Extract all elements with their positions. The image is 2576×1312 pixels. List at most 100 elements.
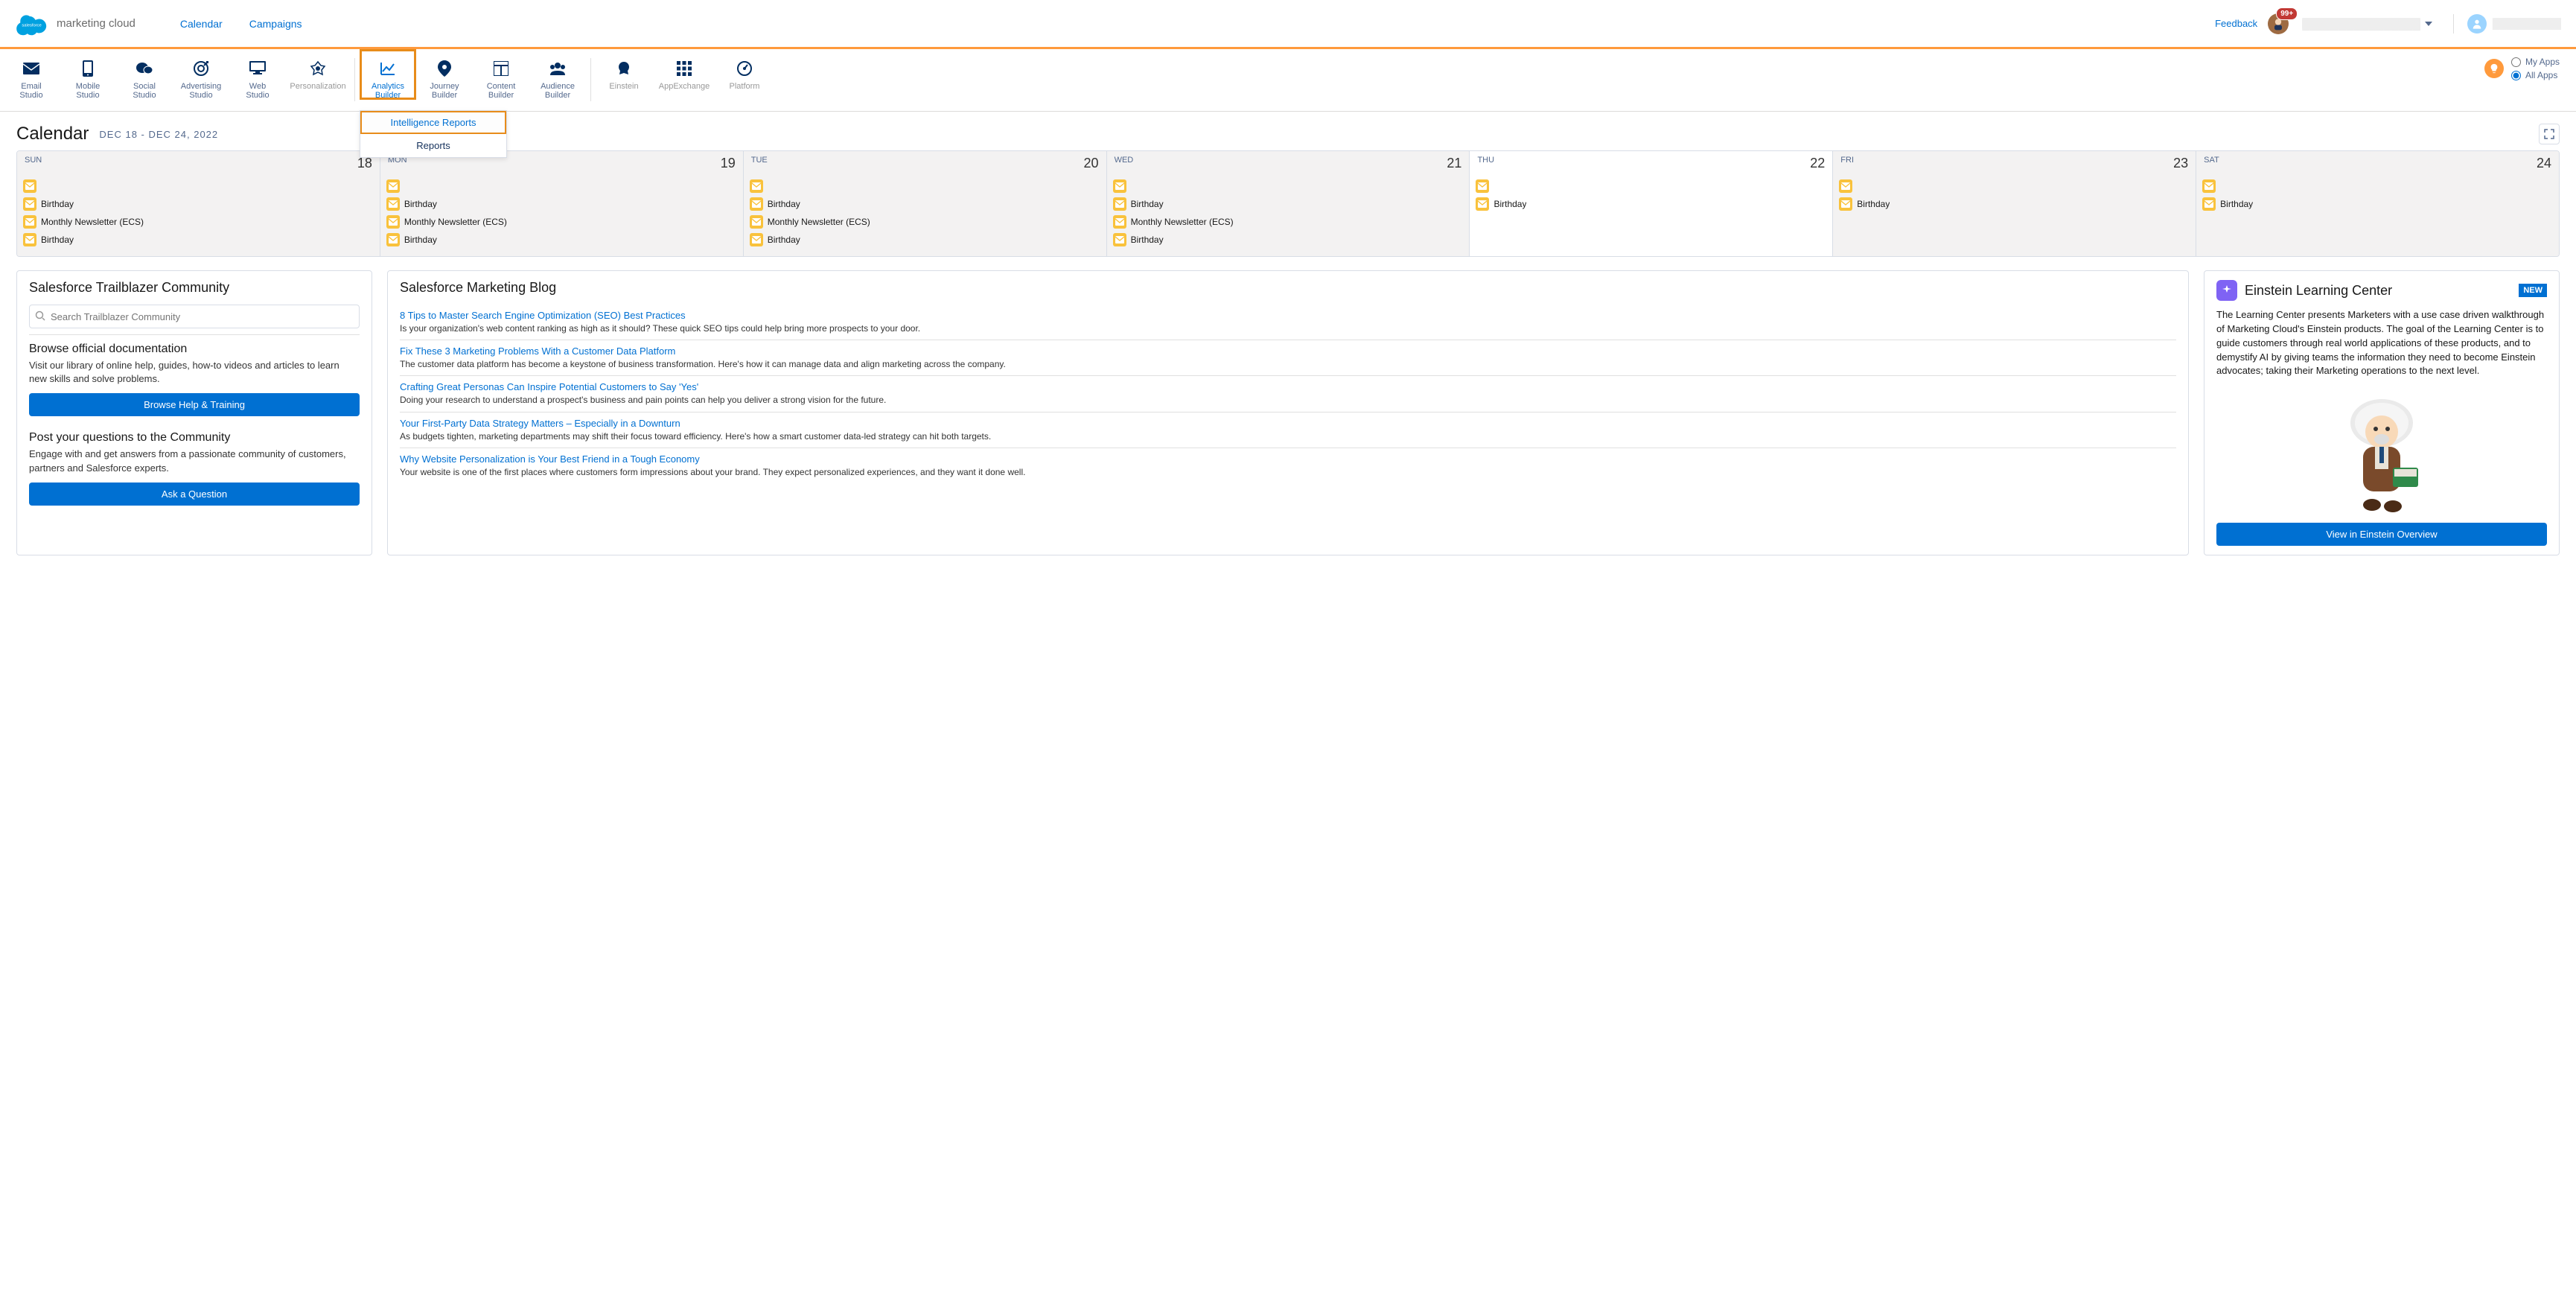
- calendar-event[interactable]: [2201, 177, 2554, 195]
- blog-link[interactable]: 8 Tips to Master Search Engine Optimizat…: [400, 310, 686, 321]
- app-einstein[interactable]: Einstein: [596, 49, 652, 91]
- calendar-event[interactable]: Birthday: [748, 195, 1102, 213]
- email-event-icon: [1113, 233, 1126, 246]
- calendar-event[interactable]: [1474, 177, 1828, 195]
- menu-intelligence-reports[interactable]: Intelligence Reports: [360, 111, 506, 134]
- calendar-event[interactable]: [1112, 177, 1465, 195]
- header-right: Feedback 99+ ████████████████ ██████████: [2215, 13, 2561, 34]
- lightbulb-icon: [2489, 63, 2499, 74]
- nav-campaigns[interactable]: Campaigns: [249, 18, 302, 30]
- event-label: Birthday: [41, 235, 74, 245]
- calendar-event[interactable]: [748, 177, 1102, 195]
- day-column[interactable]: SUN18BirthdayMonthly Newsletter (ECS)Bir…: [17, 151, 380, 256]
- day-number: 21: [1447, 156, 1461, 171]
- event-label: Birthday: [2220, 199, 2253, 209]
- calendar-event[interactable]: Monthly Newsletter (ECS): [1112, 213, 1465, 231]
- day-of-week: WED: [1115, 156, 1134, 171]
- day-column[interactable]: THU22Birthday: [1470, 151, 1833, 256]
- personalization-icon: [286, 60, 350, 77]
- app-platform[interactable]: Platform: [716, 49, 773, 91]
- app-audience-builder[interactable]: Audience Builder: [529, 49, 586, 100]
- app-web-studio[interactable]: Web Studio: [229, 49, 286, 100]
- day-column[interactable]: WED21BirthdayMonthly Newsletter (ECS)Bir…: [1107, 151, 1470, 256]
- email-event-icon: [386, 197, 400, 211]
- panel-einstein: Einstein Learning Center NEW The Learnin…: [2204, 270, 2560, 555]
- event-label: Birthday: [1131, 235, 1164, 245]
- blog-link[interactable]: Crafting Great Personas Can Inspire Pote…: [400, 381, 698, 392]
- blog-link[interactable]: Fix These 3 Marketing Problems With a Cu…: [400, 345, 675, 357]
- event-label: Monthly Newsletter (ECS): [768, 217, 870, 227]
- app-launcher-strip: Email Studio Mobile Studio Social Studio…: [0, 49, 2576, 112]
- feedback-link[interactable]: Feedback: [2215, 18, 2257, 29]
- bu-switcher[interactable]: ████████████████: [2299, 18, 2443, 30]
- nav-calendar[interactable]: Calendar: [180, 18, 223, 30]
- email-event-icon: [2202, 197, 2216, 211]
- calendar-event[interactable]: Birthday: [385, 231, 739, 249]
- calendar-event[interactable]: Birthday: [22, 231, 375, 249]
- calendar-event[interactable]: Birthday: [2201, 195, 2554, 213]
- calendar-event[interactable]: Birthday: [1474, 195, 1828, 213]
- day-number: 18: [357, 156, 372, 171]
- view-einstein-button[interactable]: View in Einstein Overview: [2216, 523, 2547, 546]
- line-chart-icon: [360, 60, 416, 77]
- calendar-event[interactable]: Birthday: [1112, 195, 1465, 213]
- einstein-desc: The Learning Center presents Marketers w…: [2216, 308, 2547, 378]
- desktop-icon: [229, 60, 286, 77]
- calendar-event[interactable]: [385, 177, 739, 195]
- date-range: DEC 18 - DEC 24, 2022: [99, 129, 218, 140]
- day-of-week: FRI: [1840, 156, 1854, 171]
- calendar-event[interactable]: [22, 177, 375, 195]
- browse-help-button[interactable]: Browse Help & Training: [29, 393, 360, 416]
- post-heading: Post your questions to the Community: [29, 431, 360, 445]
- sparkle-icon: [2216, 280, 2237, 301]
- pin-icon: [416, 60, 473, 77]
- calendar-event[interactable]: Birthday: [748, 231, 1102, 249]
- calendar-event[interactable]: Birthday: [1837, 195, 2191, 213]
- tips-bulb-button[interactable]: [2484, 59, 2504, 78]
- calendar-event[interactable]: Monthly Newsletter (ECS): [748, 213, 1102, 231]
- blog-desc: The customer data platform has become a …: [400, 358, 2176, 370]
- day-column[interactable]: MON19BirthdayMonthly Newsletter (ECS)Bir…: [380, 151, 744, 256]
- email-event-icon: [1839, 197, 1852, 211]
- email-event-icon: [23, 197, 36, 211]
- radio-all-apps[interactable]: All Apps: [2511, 70, 2560, 80]
- bu-name-masked: ████████████████: [2302, 18, 2420, 30]
- email-event-icon: [23, 215, 36, 229]
- event-label: Birthday: [1493, 199, 1526, 209]
- radio-my-apps[interactable]: My Apps: [2511, 57, 2560, 67]
- app-social-studio[interactable]: Social Studio: [116, 49, 173, 100]
- notification-avatar[interactable]: 99+: [2268, 13, 2289, 34]
- app-mobile-studio[interactable]: Mobile Studio: [60, 49, 116, 100]
- app-appexchange[interactable]: AppExchange: [652, 49, 716, 91]
- app-journey-builder[interactable]: Journey Builder: [416, 49, 473, 100]
- day-column[interactable]: SAT24Birthday: [2196, 151, 2559, 256]
- community-search-input[interactable]: [29, 305, 360, 328]
- divider: [354, 58, 355, 101]
- app-advertising-studio[interactable]: Advertising Studio: [173, 49, 229, 100]
- app-email-studio[interactable]: Email Studio: [3, 49, 60, 100]
- app-analytics-builder[interactable]: Analytics Builder Intelligence Reports R…: [360, 49, 416, 100]
- blog-item: 8 Tips to Master Search Engine Optimizat…: [400, 305, 2176, 340]
- calendar-event[interactable]: Birthday: [385, 195, 739, 213]
- blog-desc: Your website is one of the first places …: [400, 466, 2176, 478]
- ask-question-button[interactable]: Ask a Question: [29, 483, 360, 506]
- calendar-event[interactable]: Monthly Newsletter (ECS): [22, 213, 375, 231]
- day-column[interactable]: FRI23Birthday: [1833, 151, 2196, 256]
- calendar-week: SUN18BirthdayMonthly Newsletter (ECS)Bir…: [16, 150, 2560, 257]
- user-menu[interactable]: ██████████: [2453, 14, 2561, 34]
- app-content-builder[interactable]: Content Builder: [473, 49, 529, 100]
- day-column[interactable]: TUE20BirthdayMonthly Newsletter (ECS)Bir…: [744, 151, 1107, 256]
- app-personalization[interactable]: Personalization: [286, 49, 350, 91]
- calendar-event[interactable]: Birthday: [1112, 231, 1465, 249]
- page-title: Calendar: [16, 124, 89, 144]
- menu-reports[interactable]: Reports: [360, 134, 506, 157]
- calendar-event[interactable]: Birthday: [22, 195, 375, 213]
- blog-link[interactable]: Your First-Party Data Strategy Matters –…: [400, 418, 680, 429]
- envelope-icon: [3, 60, 60, 77]
- expand-button[interactable]: [2539, 124, 2560, 144]
- calendar-event[interactable]: Monthly Newsletter (ECS): [385, 213, 739, 231]
- expand-icon: [2544, 129, 2554, 139]
- svg-text:salesforce: salesforce: [22, 23, 41, 28]
- calendar-event[interactable]: [1837, 177, 2191, 195]
- blog-link[interactable]: Why Website Personalization is Your Best…: [400, 453, 700, 465]
